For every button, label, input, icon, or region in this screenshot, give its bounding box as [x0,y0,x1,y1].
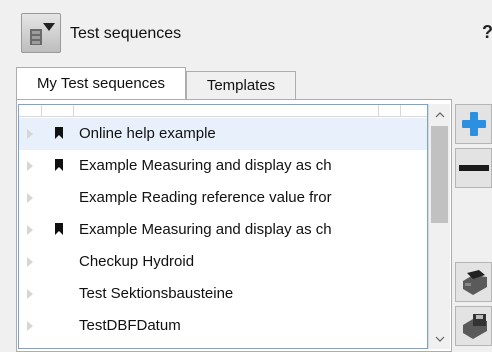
header: Test sequences ? [0,0,492,66]
list-item[interactable]: Example Measuring and display as ch [19,214,427,246]
bookmark-icon [55,159,63,171]
list-item[interactable]: Test Sektionsbausteine [19,278,427,310]
list-item[interactable]: Online help example [19,118,427,150]
bookmark-icon [55,127,63,139]
list-item-label: Example Measuring and display as ch [79,157,332,174]
page-title: Test sequences [70,25,182,42]
list-item[interactable]: TestDBFDatum [19,310,427,342]
list-item-label: Online help example [79,125,216,142]
tab-my-test-sequences[interactable]: My Test sequences [16,67,186,99]
list-item-label: Checkup Hydroid [79,253,195,270]
list-item-label: Example Measuring and display as ch [79,221,332,238]
expander-arrow-icon[interactable] [27,193,33,203]
list-item-label: Example Reading reference value fror [79,189,332,206]
minus-icon [458,165,489,171]
expander-arrow-icon[interactable] [27,321,33,331]
help-icon[interactable]: ? [482,22,492,43]
expander-arrow-icon[interactable] [27,225,33,235]
list-item[interactable]: Checkup Hydroid [19,246,427,278]
expander-arrow-icon[interactable] [27,161,33,171]
add-button[interactable] [455,104,492,144]
expander-arrow-icon[interactable] [27,257,33,267]
list-item[interactable]: Example Measuring and display as ch [19,150,427,182]
save-icon [462,314,487,339]
chevron-up-icon [435,111,444,117]
list-item-label: TestDBFDatum [79,317,181,334]
chevron-down-icon [435,336,444,342]
list-scrollbar[interactable] [428,104,450,349]
open-button[interactable] [455,262,492,302]
plus-icon [461,112,486,136]
list-column-header [19,105,427,117]
expander-arrow-icon[interactable] [27,289,33,299]
bookmark-icon [55,223,63,235]
list-item-label: Test Sektionsbausteine [79,285,234,302]
scroll-thumb[interactable] [431,126,448,223]
save-button[interactable] [455,306,492,346]
remove-button[interactable] [455,148,492,188]
list-item[interactable]: Example Reading reference value fror [19,182,427,214]
scroll-up-button[interactable] [429,106,450,123]
test-sequence-list: Online help example Example Measuring an… [18,104,428,349]
scroll-down-button[interactable] [429,330,450,347]
test-sequence-icon [21,13,61,53]
expander-arrow-icon[interactable] [27,129,33,139]
open-folder-icon [462,270,487,295]
tab-templates[interactable]: Templates [186,71,296,99]
